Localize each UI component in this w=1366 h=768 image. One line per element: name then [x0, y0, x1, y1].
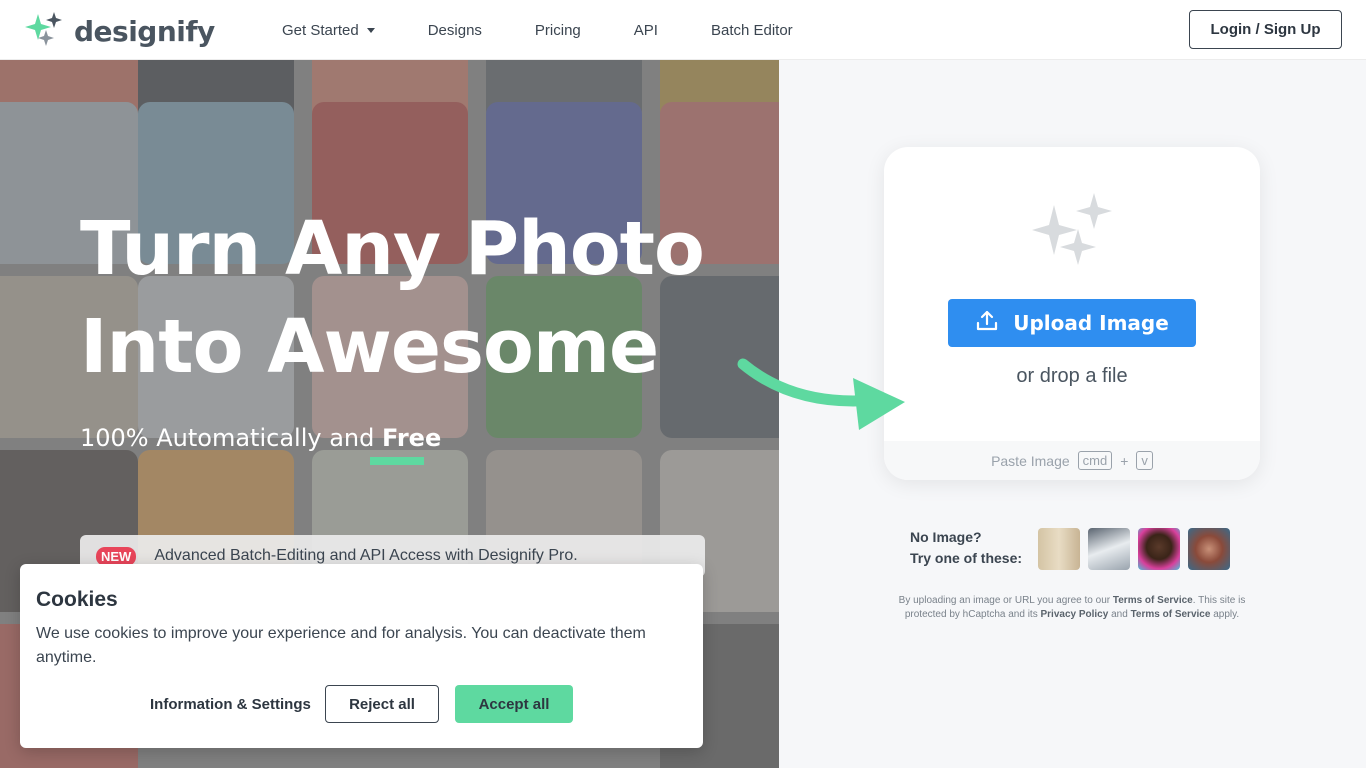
main-nav: Get Started Designs Pricing API Batch Ed…	[282, 0, 846, 60]
sample-thumb-man-portrait[interactable]	[1138, 528, 1181, 570]
nav-pricing[interactable]: Pricing	[535, 22, 581, 39]
upload-icon	[975, 309, 999, 338]
top-navbar: designify Get Started Designs Pricing AP…	[0, 0, 1366, 60]
curved-arrow-icon	[737, 358, 905, 430]
cookie-consent-dialog: Cookies We use cookies to improve your e…	[20, 564, 703, 748]
hcaptcha-terms-link[interactable]: Terms of Service	[1131, 609, 1211, 620]
paste-image-hint: Paste Image cmd + v	[884, 441, 1260, 480]
cookie-accept-all-button[interactable]: Accept all	[455, 685, 573, 723]
hero-headline: Turn Any Photo Into Awesome	[80, 200, 705, 396]
sample-images: No Image? Try one of these:	[910, 528, 1238, 570]
sample-label-line2: Try one of these:	[910, 550, 1023, 566]
upload-card[interactable]: Upload Image or drop a file Paste Image …	[884, 147, 1260, 480]
hero-headline-line1: Turn Any Photo	[80, 206, 705, 292]
paste-label: Paste Image	[991, 452, 1070, 469]
sparkle-icon	[1032, 193, 1114, 274]
upload-image-button[interactable]: Upload Image	[948, 299, 1196, 347]
sample-thumb-paper-cup[interactable]	[1038, 528, 1081, 570]
cookie-description: We use cookies to improve your experienc…	[36, 625, 646, 666]
sample-thumb-white-car[interactable]	[1088, 528, 1131, 570]
nav-get-started-label: Get Started	[282, 21, 359, 39]
sample-label-line1: No Image?	[910, 529, 982, 545]
brand-name: designify	[74, 15, 215, 48]
nav-designs[interactable]: Designs	[428, 22, 482, 39]
privacy-policy-link[interactable]: Privacy Policy	[1040, 609, 1108, 620]
free-underline	[370, 457, 424, 465]
upload-button-label: Upload Image	[1013, 311, 1169, 335]
hero-subtitle: 100% Automatically and Free	[80, 424, 441, 452]
nav-api[interactable]: API	[634, 22, 658, 39]
caret-down-icon	[366, 27, 375, 33]
plus-sign: +	[1120, 452, 1129, 469]
hero-subtitle-prefix: 100% Automatically and	[80, 424, 382, 452]
drop-file-text: or drop a file	[1016, 365, 1128, 387]
sample-thumb-woman-portrait[interactable]	[1188, 528, 1231, 570]
sparkle-logo-icon	[24, 12, 64, 51]
v-key: v	[1136, 451, 1153, 470]
sample-images-label: No Image? Try one of these:	[910, 527, 1022, 569]
terms-text-3: and	[1108, 609, 1131, 620]
nav-batch-editor[interactable]: Batch Editor	[711, 22, 793, 39]
brand-logo[interactable]: designify	[24, 12, 215, 51]
announcement-text: Advanced Batch-Editing and API Access wi…	[154, 547, 578, 564]
hero-headline-line2: Into Awesome	[80, 304, 659, 390]
nav-get-started[interactable]: Get Started	[282, 22, 375, 39]
terms-of-service-link[interactable]: Terms of Service	[1113, 595, 1193, 606]
cookie-title: Cookies	[36, 588, 118, 611]
terms-text-1: By uploading an image or URL you agree t…	[898, 595, 1113, 606]
cookie-info-settings-button[interactable]: Information & Settings	[150, 685, 311, 723]
cookie-reject-all-button[interactable]: Reject all	[325, 685, 439, 723]
terms-text-4: apply.	[1210, 609, 1240, 620]
login-signup-button[interactable]: Login / Sign Up	[1189, 10, 1342, 49]
terms-notice: By uploading an image or URL you agree t…	[884, 594, 1260, 622]
hero-subtitle-free: Free	[381, 424, 442, 452]
new-badge: NEW	[96, 546, 137, 566]
cmd-key: cmd	[1077, 451, 1113, 470]
